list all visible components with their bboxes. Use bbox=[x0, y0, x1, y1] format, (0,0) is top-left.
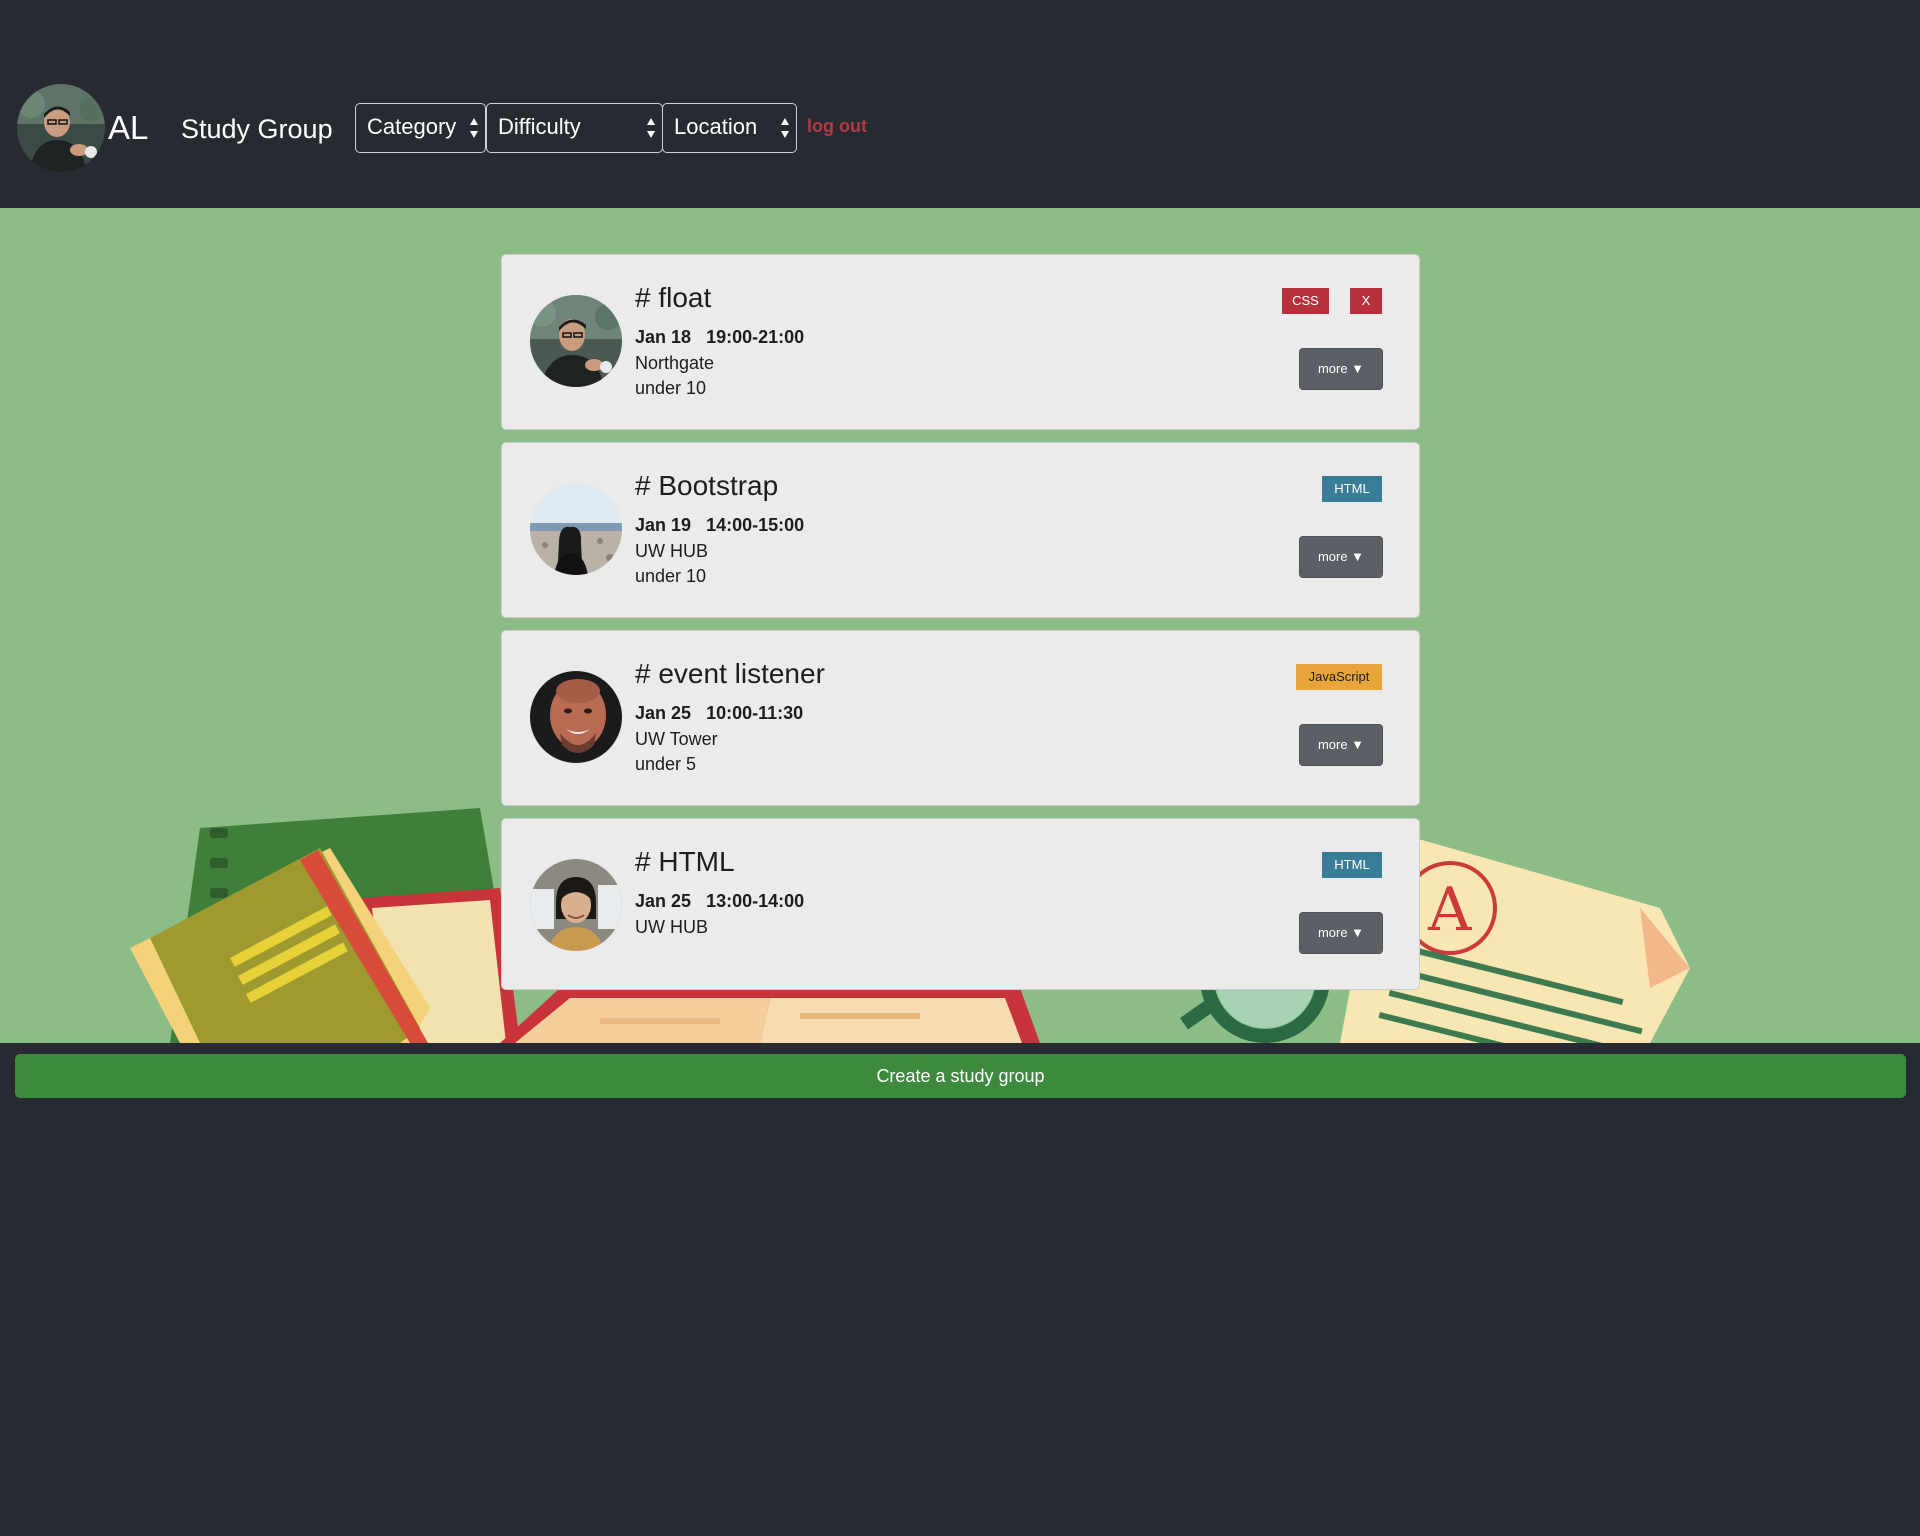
study-group-card[interactable]: # HTML Jan 25 13:00-14:00 UW HUB HTML mo… bbox=[501, 818, 1420, 990]
more-button[interactable]: more ▼ bbox=[1299, 348, 1383, 390]
group-time: 14:00-15:00 bbox=[706, 515, 805, 535]
svg-text:A: A bbox=[1427, 875, 1472, 945]
group-title: # float bbox=[635, 282, 712, 313]
group-datetime: Jan 25 13:00-14:00 bbox=[635, 889, 804, 913]
study-group-card[interactable]: # float Jan 18 19:00-21:00 Northgate und… bbox=[501, 254, 1420, 430]
more-button[interactable]: more ▼ bbox=[1299, 912, 1383, 954]
group-title: # event listener bbox=[635, 658, 825, 689]
app-title: Study Group bbox=[181, 114, 333, 144]
study-group-card[interactable]: # event listener Jan 25 10:00-11:30 UW T… bbox=[501, 630, 1420, 806]
group-date: Jan 25 bbox=[635, 891, 692, 911]
location-select[interactable]: Location bbox=[662, 103, 797, 153]
group-date: Jan 19 bbox=[635, 515, 692, 535]
category-badge: HTML bbox=[1322, 852, 1382, 878]
group-time: 10:00-11:30 bbox=[706, 703, 804, 723]
group-datetime: Jan 25 10:00-11:30 bbox=[635, 701, 803, 725]
page: AL Study Group Category Difficulty Locat… bbox=[0, 0, 1920, 1536]
smiling-man-avatar-icon bbox=[530, 671, 622, 763]
main-content: A # float Jan 18 19:00-21:00 Northgate u… bbox=[0, 208, 1920, 1043]
select-arrows-icon bbox=[781, 118, 789, 138]
category-badge: CSS bbox=[1282, 288, 1329, 314]
difficulty-select-label: Difficulty bbox=[498, 114, 581, 139]
group-location: UW HUB bbox=[635, 917, 708, 937]
category-badge: JavaScript bbox=[1296, 664, 1382, 690]
woman-portrait-avatar-icon bbox=[530, 859, 622, 951]
category-badge: HTML bbox=[1322, 476, 1382, 502]
create-study-group-button[interactable]: Create a study group bbox=[15, 1054, 1906, 1098]
user-avatar[interactable] bbox=[17, 84, 105, 172]
user-photo-icon bbox=[17, 84, 105, 172]
group-location: UW HUB bbox=[635, 541, 708, 561]
organizer-avatar bbox=[530, 859, 622, 951]
user-initials: AL bbox=[108, 109, 149, 146]
select-arrows-icon bbox=[647, 118, 655, 138]
logout-link[interactable]: log out bbox=[807, 114, 867, 138]
organizer-avatar bbox=[530, 483, 622, 575]
group-date: Jan 25 bbox=[635, 703, 692, 723]
organizer-avatar bbox=[530, 295, 622, 387]
study-group-card[interactable]: # Bootstrap Jan 19 14:00-15:00 UW HUB un… bbox=[501, 442, 1420, 618]
group-title: # Bootstrap bbox=[635, 470, 779, 501]
more-button[interactable]: more ▼ bbox=[1299, 724, 1383, 766]
category-select-label: Category bbox=[367, 114, 457, 139]
group-datetime: Jan 19 14:00-15:00 bbox=[635, 513, 804, 537]
group-title: # HTML bbox=[635, 846, 735, 877]
group-size: under 10 bbox=[635, 566, 707, 586]
top-navbar: AL Study Group Category Difficulty Locat… bbox=[0, 0, 1920, 208]
group-size: under 10 bbox=[635, 378, 707, 398]
man-with-glasses-avatar-icon bbox=[530, 295, 622, 387]
more-button[interactable]: more ▼ bbox=[1299, 536, 1383, 578]
group-location: UW Tower bbox=[635, 729, 718, 749]
group-location: Northgate bbox=[635, 353, 715, 373]
select-arrows-icon bbox=[470, 118, 478, 138]
group-date: Jan 18 bbox=[635, 327, 692, 347]
organizer-avatar bbox=[530, 671, 622, 763]
woman-at-beach-avatar-icon bbox=[530, 483, 622, 575]
group-time: 13:00-14:00 bbox=[706, 891, 805, 911]
group-size: under 5 bbox=[635, 754, 697, 774]
group-time: 19:00-21:00 bbox=[706, 327, 805, 347]
open-book-illustration bbox=[500, 988, 1040, 1043]
delete-button[interactable]: X bbox=[1350, 288, 1382, 314]
group-datetime: Jan 18 19:00-21:00 bbox=[635, 325, 804, 349]
location-select-label: Location bbox=[674, 114, 758, 139]
difficulty-select[interactable]: Difficulty bbox=[486, 103, 663, 153]
category-select[interactable]: Category bbox=[355, 103, 486, 153]
